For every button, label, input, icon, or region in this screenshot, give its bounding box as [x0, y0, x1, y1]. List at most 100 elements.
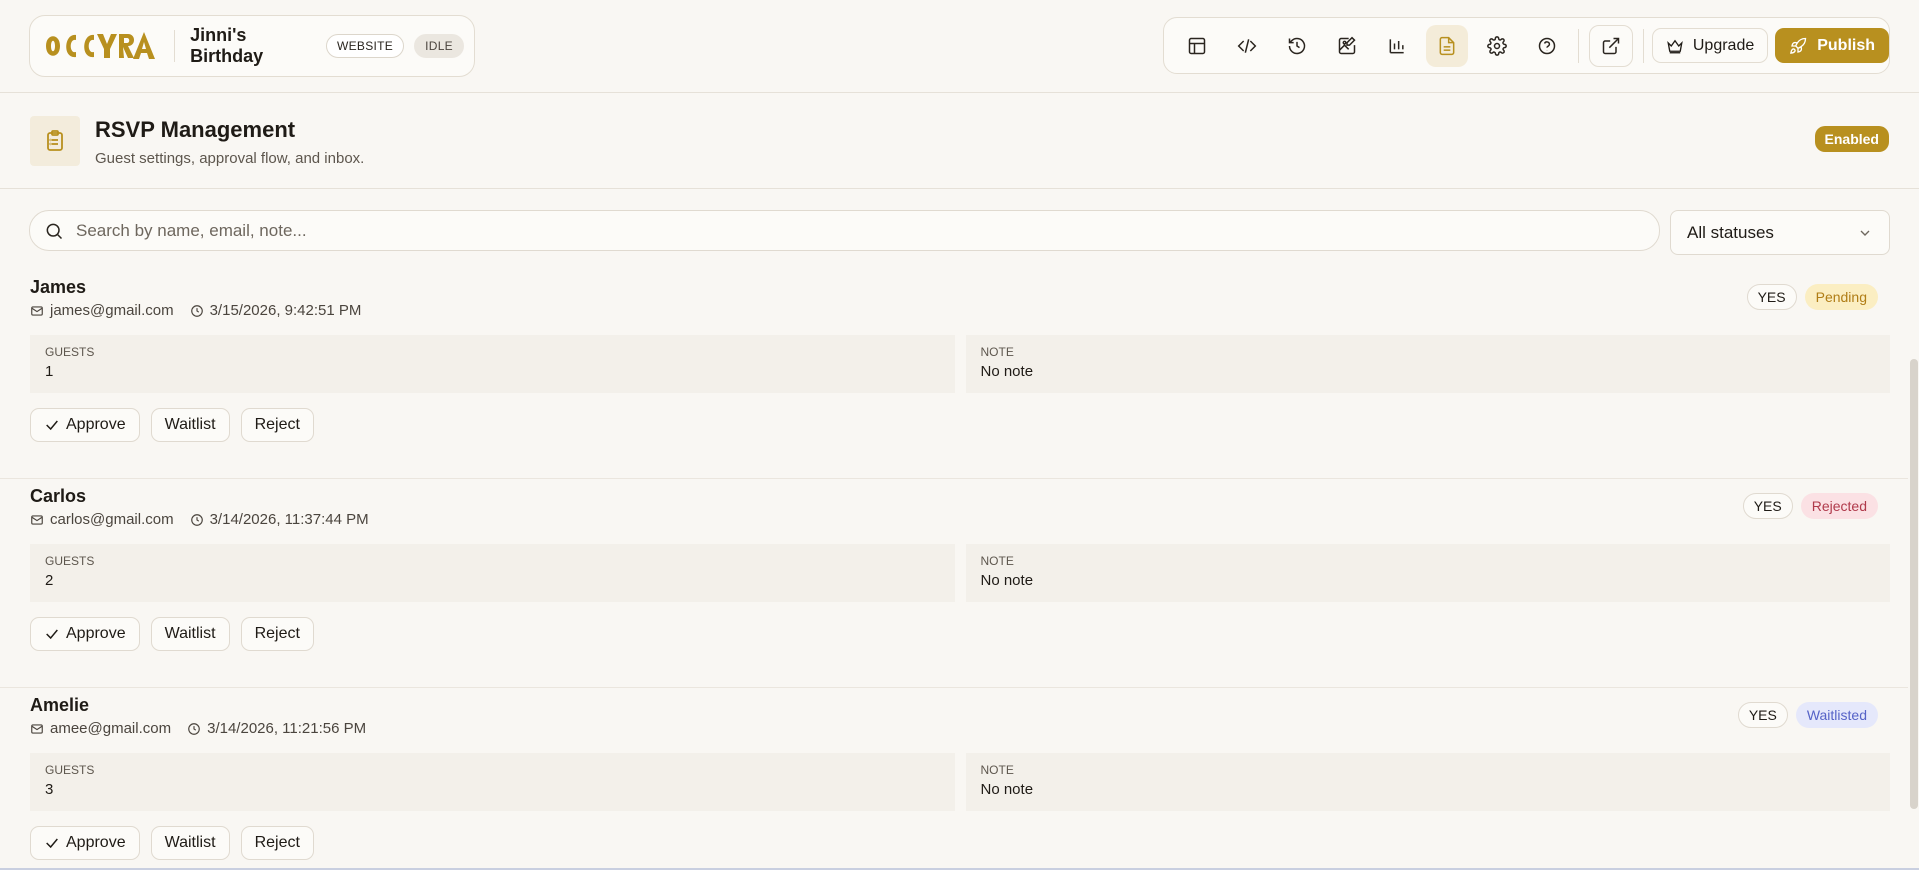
note-value: No note: [980, 572, 1034, 589]
clipboard-icon: [30, 116, 80, 166]
response-badge: YES: [1742, 493, 1793, 519]
code-button[interactable]: [1226, 25, 1268, 67]
rsvp-list-item: Carlos carlos@gmail.com 3/14/2026, 11:37…: [0, 479, 1908, 688]
image-edit-button[interactable]: [1326, 25, 1368, 67]
guests-value: 2: [45, 572, 54, 589]
approve-button[interactable]: Approve: [30, 826, 140, 860]
waitlist-button[interactable]: Waitlist: [150, 617, 230, 651]
rsvp-enabled-badge[interactable]: Enabled: [1814, 126, 1889, 152]
help-button[interactable]: [1526, 25, 1568, 67]
project-name[interactable]: Jinni's Birthday: [190, 25, 316, 67]
code-icon: [1237, 38, 1257, 53]
rsvp-document-icon: [1439, 36, 1455, 55]
upgrade-label: Upgrade: [1692, 36, 1755, 54]
page-title: RSVP Management: [95, 117, 296, 142]
mail-icon: [30, 304, 44, 318]
toolbar: Upgrade Publish: [1163, 17, 1890, 74]
approve-label: Approve: [66, 416, 126, 433]
top-bar: Jinni's Birthday WEBSITE IDLE Upgrade Pu…: [0, 0, 1919, 93]
analytics-icon: [1389, 38, 1404, 53]
status-badge: Rejected: [1800, 493, 1878, 519]
brand-card: Jinni's Birthday WEBSITE IDLE: [29, 15, 475, 77]
image-edit-icon: [1338, 36, 1356, 54]
toolbar-separator: [1642, 28, 1644, 63]
reject-button[interactable]: Reject: [240, 408, 314, 442]
project-type-pill: WEBSITE: [326, 34, 405, 58]
waitlist-label: Waitlist: [164, 834, 216, 851]
rocket-icon: [1790, 37, 1807, 54]
rsvp-badges: YES Rejected: [1742, 493, 1878, 519]
analytics-button[interactable]: [1376, 25, 1418, 67]
approve-button[interactable]: Approve: [30, 617, 140, 651]
note-field: NOTE No note: [965, 753, 1890, 811]
approve-label: Approve: [66, 625, 126, 642]
waitlist-button[interactable]: Waitlist: [150, 408, 230, 442]
publish-button[interactable]: Publish: [1775, 28, 1890, 63]
guests-field: GUESTS 3: [30, 753, 955, 811]
external-link-icon: [1602, 37, 1620, 54]
check-icon: [46, 629, 58, 640]
rsvp-badges: YES Pending: [1746, 284, 1878, 310]
check-icon: [46, 838, 58, 849]
chevron-down-icon: [1860, 230, 1870, 236]
approve-button[interactable]: Approve: [30, 408, 140, 442]
rsvp-actions: Approve Waitlist Reject: [30, 617, 314, 651]
mail-icon: [30, 722, 44, 736]
guests-label: GUESTS: [45, 345, 95, 359]
guests-value: 3: [45, 781, 54, 798]
status-filter-value: All statuses: [1687, 222, 1774, 242]
clock-icon: [190, 304, 204, 318]
help-icon: [1538, 37, 1556, 54]
reject-label: Reject: [254, 625, 300, 642]
guest-email: carlos@gmail.com: [50, 511, 174, 528]
guests-field: GUESTS 2: [30, 544, 955, 602]
reject-button[interactable]: Reject: [240, 617, 314, 651]
note-label: NOTE: [980, 554, 1014, 568]
clock-icon: [187, 722, 201, 736]
layout-button[interactable]: [1176, 25, 1218, 67]
status-badge: Waitlisted: [1795, 702, 1878, 728]
rsvp-timestamp: 3/14/2026, 11:37:44 PM: [209, 511, 369, 528]
check-icon: [46, 420, 58, 431]
guest-meta: amee@gmail.com 3/14/2026, 11:21:56 PM: [30, 720, 366, 737]
rsvp-timestamp: 3/15/2026, 9:42:51 PM: [209, 302, 362, 319]
history-button[interactable]: [1276, 25, 1318, 67]
rsvp-list-item: James james@gmail.com 3/15/2026, 9:42:51…: [0, 270, 1908, 479]
guests-field: GUESTS 1: [30, 335, 955, 393]
note-label: NOTE: [980, 345, 1014, 359]
rsvp-badges: YES Waitlisted: [1737, 702, 1878, 728]
guest-meta: carlos@gmail.com 3/14/2026, 11:37:44 PM: [30, 511, 369, 528]
scrollbar-thumb[interactable]: [1910, 359, 1918, 809]
response-badge: YES: [1746, 284, 1797, 310]
guests-label: GUESTS: [45, 763, 95, 777]
mail-icon: [30, 513, 44, 527]
guest-name: James: [30, 277, 87, 297]
brand-divider: [174, 30, 176, 62]
project-state-pill: IDLE: [414, 34, 464, 58]
note-field: NOTE No note: [965, 544, 1890, 602]
guests-label: GUESTS: [45, 554, 95, 568]
settings-button[interactable]: [1476, 25, 1518, 67]
waitlist-button[interactable]: Waitlist: [150, 826, 230, 860]
upgrade-button[interactable]: Upgrade: [1651, 28, 1769, 63]
status-filter-select[interactable]: All statuses: [1670, 210, 1890, 255]
waitlist-label: Waitlist: [164, 625, 216, 642]
rsvp-actions: Approve Waitlist Reject: [30, 826, 314, 860]
rsvp-fields: GUESTS 2 NOTE No note: [30, 544, 1890, 602]
search-input[interactable]: [76, 211, 1659, 250]
vertical-scrollbar[interactable]: [1908, 93, 1919, 870]
open-external-button[interactable]: [1588, 24, 1633, 67]
toolbar-separator: [1577, 28, 1579, 63]
rsvp-fields: GUESTS 3 NOTE No note: [30, 753, 1890, 811]
rsvp-list: James james@gmail.com 3/15/2026, 9:42:51…: [0, 270, 1908, 870]
rsvp-button[interactable]: [1425, 24, 1468, 67]
rsvp-actions: Approve Waitlist Reject: [30, 408, 314, 442]
note-value: No note: [980, 781, 1034, 798]
rsvp-timestamp: 3/14/2026, 11:21:56 PM: [207, 720, 367, 737]
reject-button[interactable]: Reject: [240, 826, 314, 860]
history-icon: [1288, 37, 1306, 54]
occyra-logo[interactable]: [44, 26, 162, 66]
rsvp-section-header: RSVP Management Guest settings, approval…: [0, 93, 1919, 189]
guests-value: 1: [45, 363, 54, 380]
occyra-logo-mark: [46, 32, 155, 59]
